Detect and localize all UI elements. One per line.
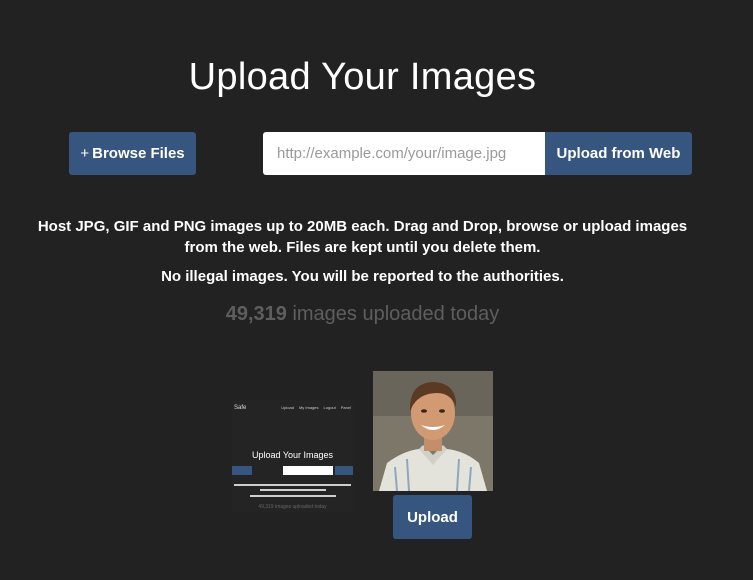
screenshot-thumbnail: Safe Upload My Images Logout Panel Uploa… <box>232 400 353 512</box>
upload-button[interactable]: Upload <box>393 495 472 539</box>
thumb-logo: Safe <box>234 405 247 411</box>
thumb-text-line <box>250 495 336 497</box>
thumb-nav-item: My Images <box>298 405 319 410</box>
thumb-browse-button <box>232 466 252 475</box>
upload-counter: 49,319 images uploaded today <box>0 303 725 326</box>
thumb-counter: 49,319 images uploaded today <box>258 504 327 510</box>
photo-thumbnail <box>373 371 493 491</box>
thumb-nav-item: Logout <box>323 405 336 410</box>
upload-description: Host JPG, GIF and PNG images up to 20MB … <box>37 218 688 256</box>
thumb-text-line <box>260 489 326 491</box>
upload-count: 49,319 <box>225 303 287 325</box>
thumb-nav-item: Upload <box>281 405 294 410</box>
portrait-image <box>373 371 493 491</box>
page-title: Upload Your Images <box>188 56 537 98</box>
thumb-web-button <box>335 466 353 475</box>
thumb-title: Upload Your Images <box>251 450 334 460</box>
thumb-nav-item: Panel <box>340 405 351 410</box>
browse-files-button[interactable]: + Browse Files <box>69 132 196 175</box>
browse-files-label: Browse Files <box>92 145 185 162</box>
upload-from-web-button[interactable]: Upload from Web <box>545 132 692 175</box>
image-url-input[interactable] <box>263 132 546 175</box>
thumb-url-input <box>283 466 333 475</box>
thumb-nav: Upload My Images Logout Panel <box>281 405 351 410</box>
thumb-text-line <box>234 484 351 486</box>
upload-count-suffix: images uploaded today <box>286 303 500 325</box>
plus-icon: + <box>80 145 90 162</box>
illegal-images-warning: No illegal images. You will be reported … <box>161 268 564 285</box>
